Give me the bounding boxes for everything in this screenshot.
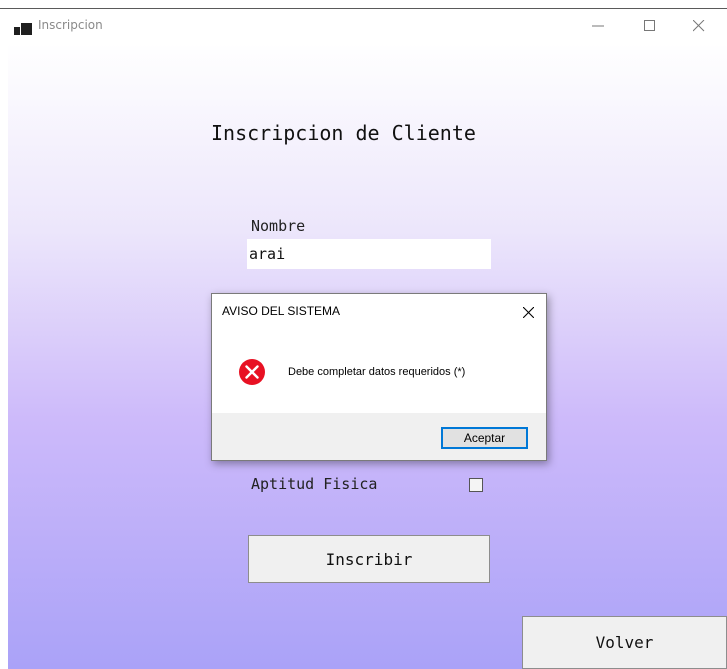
app-icon xyxy=(14,20,32,35)
nombre-label: Nombre xyxy=(251,217,306,235)
aptitud-fisica-checkbox[interactable] xyxy=(469,478,483,492)
system-alert-dialog: AVISO DEL SISTEMA Debe completar datos r… xyxy=(211,293,547,461)
window-title: Inscripcion xyxy=(38,18,103,32)
inscribir-button[interactable]: Inscribir xyxy=(248,535,490,583)
form-heading: Inscripcion de Cliente xyxy=(211,121,476,145)
minimize-button[interactable] xyxy=(575,13,621,39)
error-icon xyxy=(238,358,266,386)
dialog-message: Debe completar datos requeridos (*) xyxy=(288,366,466,378)
minimize-icon xyxy=(592,25,604,27)
dialog-title: AVISO DEL SISTEMA xyxy=(222,304,341,318)
nombre-input[interactable] xyxy=(247,239,491,269)
title-bar[interactable]: Inscripcion xyxy=(0,9,727,43)
close-icon xyxy=(693,20,705,32)
close-icon xyxy=(523,307,534,318)
maximize-icon xyxy=(644,20,655,31)
close-button[interactable] xyxy=(676,13,722,39)
dialog-footer: Aceptar xyxy=(212,413,546,460)
aceptar-button[interactable]: Aceptar xyxy=(441,427,528,449)
maximize-button[interactable] xyxy=(627,13,673,39)
dialog-close-button[interactable] xyxy=(518,302,538,322)
volver-button[interactable]: Volver xyxy=(522,616,727,669)
aptitud-fisica-label: Aptitud Fisica xyxy=(251,475,378,493)
